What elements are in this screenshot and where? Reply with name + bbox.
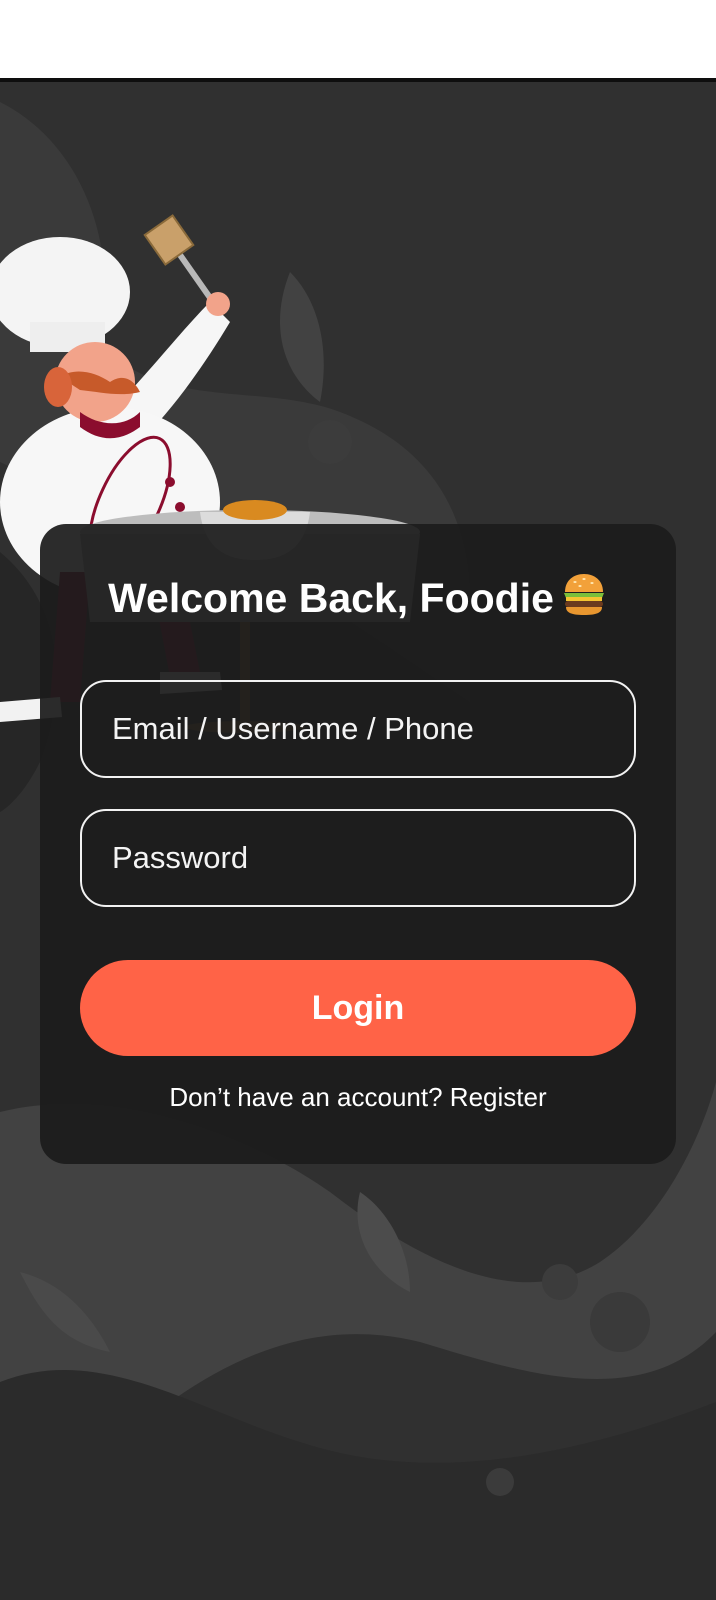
background-dot (308, 420, 352, 464)
burger-icon (560, 570, 608, 628)
register-prompt: Don’t have an account? Register (40, 1082, 676, 1113)
email-field[interactable] (80, 680, 636, 778)
title-text: Welcome Back, Foodie (108, 575, 554, 621)
background-dot (542, 1264, 578, 1300)
background-dot (486, 1468, 514, 1496)
register-prompt-text: Don’t have an account? (169, 1082, 443, 1112)
login-card: Welcome Back, Foodie Login Don’t have an… (40, 524, 676, 1164)
login-button[interactable]: Login (80, 960, 636, 1056)
register-link[interactable]: Register (450, 1082, 547, 1112)
password-field[interactable] (80, 809, 636, 907)
background-swirl-lower (0, 1369, 716, 1600)
page-title: Welcome Back, Foodie (40, 570, 676, 628)
background-leaf (280, 272, 324, 402)
spatula-head (143, 214, 195, 266)
login-screen: Welcome Back, Foodie Login Don’t have an… (0, 78, 716, 1600)
background-dot (590, 1292, 650, 1352)
status-bar (0, 0, 716, 78)
